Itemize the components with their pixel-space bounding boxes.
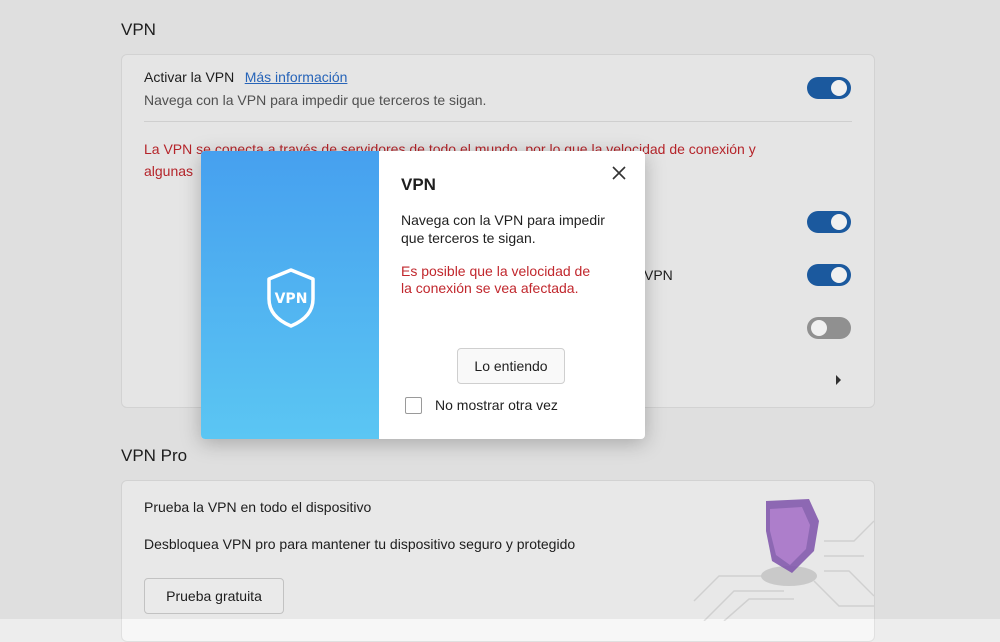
dont-show-label: No mostrar otra vez: [435, 397, 558, 413]
shield-vpn-icon: VPN: [267, 268, 315, 328]
close-icon[interactable]: [611, 165, 627, 181]
dont-show-checkbox[interactable]: [405, 397, 422, 414]
dialog-illustration-panel: VPN: [201, 151, 379, 439]
dialog-title: VPN: [401, 175, 436, 194]
dialog-body: Navega con la VPN para impedir que terce…: [401, 212, 605, 246]
dialog-warning: Es posible que la velocidad de la conexi…: [401, 263, 591, 296]
ok-button[interactable]: Lo entiendo: [457, 348, 565, 384]
shield-vpn-icon-text: VPN: [275, 291, 308, 307]
vpn-dialog: VPN VPN Navega con la VPN para impedir q…: [201, 151, 645, 439]
